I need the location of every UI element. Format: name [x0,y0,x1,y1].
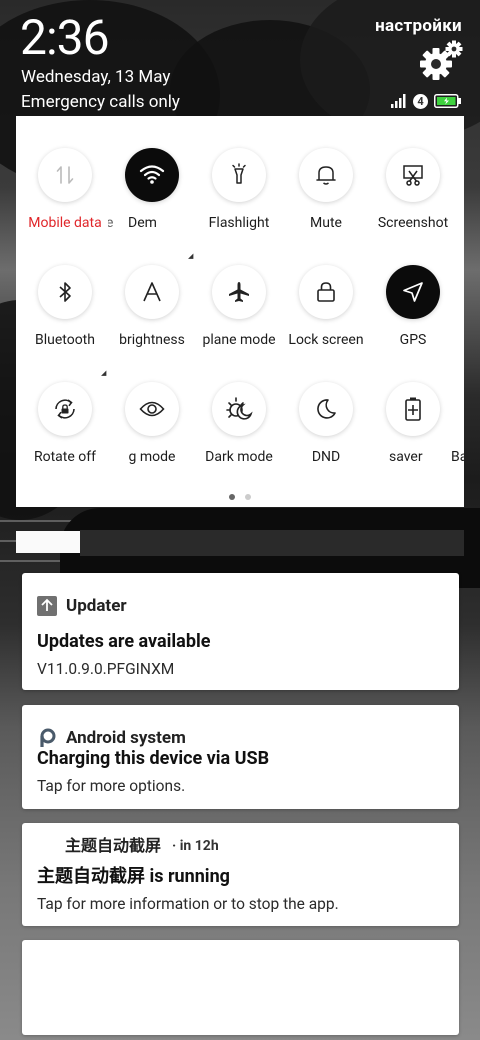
lock-icon[interactable] [299,265,353,319]
tile-label: Screenshot [377,215,449,231]
airplane-icon[interactable] [212,265,266,319]
notification-card-android-system[interactable]: Android system Charging this device via … [22,705,459,809]
tile-label: Flashlight [208,215,270,231]
sim-badge-icon: 4 [413,93,428,109]
battery-icon [434,94,461,108]
tile-lock-screen[interactable]: Lock screen [282,265,370,349]
bluetooth-icon[interactable] [38,265,92,319]
tile-label: e Dem [108,215,157,231]
battery-plus-icon[interactable] [386,382,440,436]
quick-settings-panel: Mobile data e Dem ◢ Flashlight Mute Scre… [16,116,464,507]
notification-text: Tap for more information or to stop the … [37,895,339,913]
tile-mute[interactable]: Mute [282,148,370,232]
tile-label: Mobile data [28,215,102,231]
notification-text: V11.0.9.0.PFGINXM [37,660,175,678]
tile-label: g mode [128,449,176,465]
tile-auto-brightness[interactable]: brightness [108,265,196,349]
mobile-data-icon[interactable] [38,148,92,202]
tile-gps[interactable]: GPS [369,265,457,349]
gear-icon[interactable] [416,40,464,82]
tile-label: plane mode [202,332,276,348]
tile-dnd[interactable]: DND [282,382,370,466]
location-arrow-icon[interactable] [386,265,440,319]
tile-label: DND [311,449,341,465]
tile-battery-saver[interactable]: saver Ba [369,382,464,466]
tile-wifi[interactable]: e Dem ◢ [108,148,196,260]
notification-title: Charging this device via USB [37,748,270,769]
dark-mode-icon[interactable] [212,382,266,436]
expand-caret-icon: ◢ [188,252,194,260]
tile-airplane-mode[interactable]: plane mode [195,265,283,349]
tile-label: saver Ba [389,449,464,465]
notification-text: Tap for more options. [37,777,186,795]
eye-icon[interactable] [125,382,179,436]
tile-screenshot[interactable]: Screenshot [369,148,457,232]
rotation-lock-icon[interactable] [38,382,92,436]
notification-card-screenshot-app[interactable]: 主题自动截屏 · in 12h 主题自动截屏 is running Tap fo… [22,823,459,926]
tile-label: brightness [119,332,185,348]
upload-arrow-icon [37,596,57,616]
tile-reading-mode[interactable]: g mode [108,382,196,466]
wifi-icon[interactable] [125,148,179,202]
date: Wednesday, 13 May [21,67,171,87]
brightness-icon[interactable] [125,265,179,319]
tile-label: Mute [310,215,342,231]
clock: 2:36 [20,9,110,66]
bell-icon[interactable] [299,148,353,202]
page-indicator [229,494,251,500]
android-system-icon [37,728,57,748]
tile-label: Lock screen [288,332,364,348]
expand-caret-icon: ◢ [101,369,107,377]
flashlight-icon[interactable] [212,148,266,202]
page-dot [245,494,251,500]
tile-label: GPS [399,332,427,348]
notification-time: · in 12h [172,838,219,854]
tile-flashlight[interactable]: Flashlight [195,148,283,232]
notification-card-empty[interactable] [22,940,459,1035]
network-status: Emergency calls only [21,92,180,112]
tile-mobile-data[interactable]: Mobile data [21,148,109,232]
status-icons: 4 [391,93,462,109]
tile-dark-mode[interactable]: Dark mode [195,382,283,466]
tile-bluetooth[interactable]: Bluetooth ◢ [21,265,109,377]
notification-card-updater[interactable]: Updater Updates are available V11.0.9.0.… [22,573,459,690]
screenshot-icon[interactable] [386,148,440,202]
tile-rotate-off[interactable]: Rotate off [21,382,109,466]
notification-app: Updater [37,595,127,617]
notification-app: Android system [37,727,186,749]
page-dot [229,494,235,500]
settings-label[interactable]: настройки [375,15,462,37]
moon-icon[interactable] [299,382,353,436]
tile-label: Rotate off [33,449,96,465]
notification-app: 主题自动截屏 · in 12h [65,836,219,855]
tile-label: Dark mode [205,449,273,465]
signal-icon [391,94,406,108]
notification-title: 主题自动截屏 is running [37,866,230,887]
notification-title: Updates are available [37,631,211,652]
tile-label: Bluetooth [35,332,95,348]
